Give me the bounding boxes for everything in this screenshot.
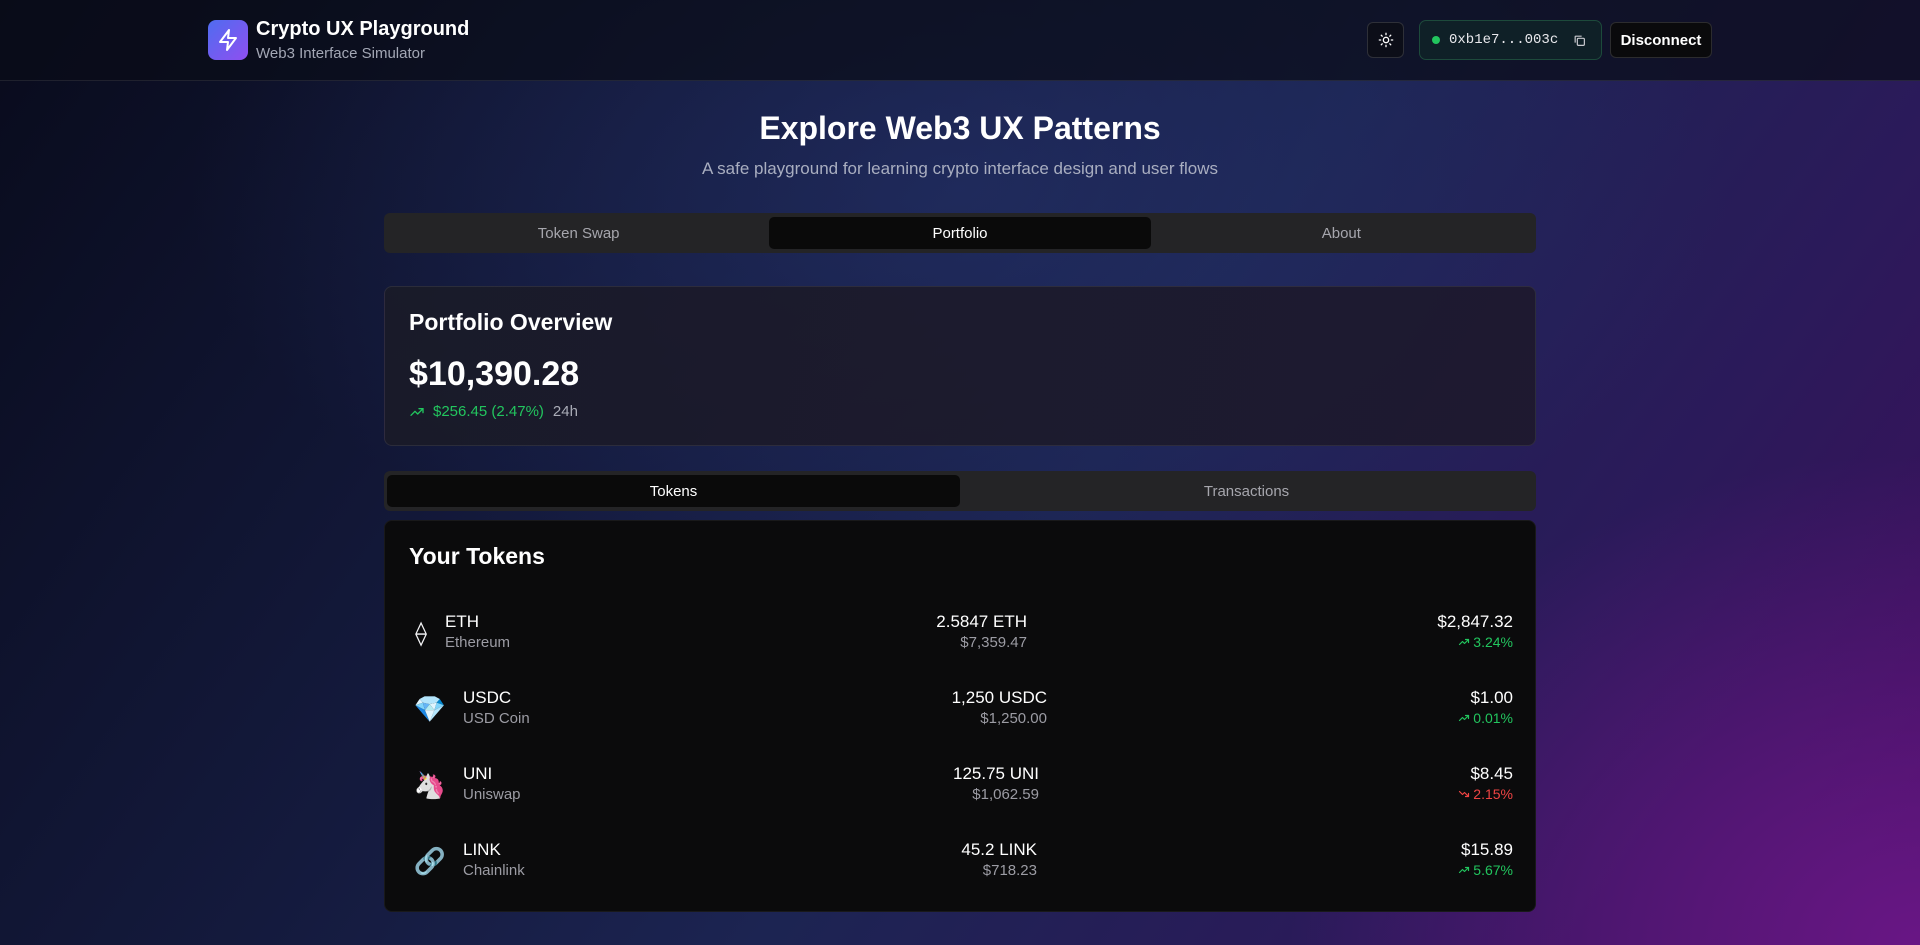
token-change-value: 5.67% xyxy=(1473,862,1513,878)
ethereum-icon: ⟠ xyxy=(415,619,427,647)
token-row-eth[interactable]: ⟠ ETH Ethereum 2.5847 ETH $7,359.47 $2,847.32… xyxy=(409,606,1513,666)
overview-title: Portfolio Overview xyxy=(409,309,613,335)
token-change-value: 2.15% xyxy=(1473,786,1513,802)
app-title: Crypto UX Playground xyxy=(256,18,470,40)
token-price-change: 0.01% xyxy=(1458,710,1513,726)
hero-subtitle: A safe playground for learning crypto in… xyxy=(702,159,1218,178)
token-symbol: UNI xyxy=(463,764,493,783)
token-price: $15.89 xyxy=(1461,840,1513,859)
portfolio-change: $256.45 (2.47%) 24h xyxy=(409,403,578,420)
disconnect-button[interactable]: Disconnect xyxy=(1610,22,1712,58)
copy-icon xyxy=(1574,35,1585,46)
token-balance: 125.75 UNI xyxy=(953,764,1039,783)
portfolio-change-amount: $256.45 (2.47%) xyxy=(433,403,544,420)
link-icon: 🔗 xyxy=(413,845,447,876)
sun-icon xyxy=(1378,32,1393,48)
gem-icon: 💎 xyxy=(413,693,447,724)
unicorn-icon: 🦄 xyxy=(413,769,447,800)
trending-down-icon xyxy=(1459,790,1470,798)
trending-up-icon xyxy=(410,407,424,416)
token-value-usd: $718.23 xyxy=(982,862,1037,879)
token-value-usd: $1,250.00 xyxy=(980,710,1047,727)
trending-up-icon xyxy=(1459,638,1470,646)
tab-about[interactable]: About xyxy=(1151,217,1532,249)
tab-portfolio[interactable]: Portfolio xyxy=(769,217,1151,249)
theme-toggle-button[interactable] xyxy=(1367,22,1404,58)
wallet-address: 0xb1e7...003c xyxy=(1449,32,1559,48)
tokens-card: Your Tokens ⟠ ETH Ethereum 2.5847 ETH $7,359… xyxy=(384,520,1536,912)
app-header: Crypto UX Playground Web3 Interface Simu… xyxy=(0,0,1920,81)
portfolio-sub-tabs: Tokens Transactions xyxy=(384,471,1536,511)
wallet-address-pill: 0xb1e7...003c xyxy=(1419,20,1602,60)
hero-title: Explore Web3 UX Patterns xyxy=(759,110,1161,146)
main-tabs: Token Swap Portfolio About xyxy=(384,213,1536,253)
trending-up-icon xyxy=(1459,714,1470,722)
token-value-usd: $7,359.47 xyxy=(960,634,1027,651)
token-price: $1.00 xyxy=(1470,688,1513,707)
token-price-change: 3.24% xyxy=(1458,634,1513,650)
token-price-change: 5.67% xyxy=(1458,862,1513,878)
token-price: $8.45 xyxy=(1470,764,1513,783)
token-symbol: USDC xyxy=(463,688,512,707)
portfolio-overview-card: Portfolio Overview $10,390.28 $256.45 (2… xyxy=(384,286,1536,446)
copy-address-button[interactable] xyxy=(1571,32,1587,48)
token-balance: 2.5847 ETH xyxy=(936,612,1027,631)
token-name: USD Coin xyxy=(463,710,530,727)
token-price: $2,847.32 xyxy=(1437,612,1513,631)
token-name: Ethereum xyxy=(445,634,511,651)
token-value-usd: $1,062.59 xyxy=(972,786,1039,803)
trending-up-icon xyxy=(1459,866,1470,874)
token-name: Chainlink xyxy=(463,862,525,879)
tokens-title: Your Tokens xyxy=(409,543,545,569)
token-balance: 45.2 LINK xyxy=(961,840,1037,859)
tab-tokens[interactable]: Tokens xyxy=(387,475,960,507)
token-change-value: 0.01% xyxy=(1473,710,1513,726)
app-logo xyxy=(208,20,248,60)
tab-token-swap[interactable]: Token Swap xyxy=(388,217,769,249)
connection-status-dot xyxy=(1432,36,1440,44)
portfolio-total-value: $10,390.28 xyxy=(409,355,580,393)
token-change-value: 3.24% xyxy=(1473,634,1513,650)
app-subtitle: Web3 Interface Simulator xyxy=(256,45,425,62)
token-row-link[interactable]: 🔗 LINK Chainlink 45.2 LINK $718.23 $15.89 5.67… xyxy=(409,834,1513,894)
portfolio-change-period: 24h xyxy=(552,403,578,420)
token-row-uni[interactable]: 🦄 UNI Uniswap 125.75 UNI $1,062.59 $8.45 2.15% xyxy=(409,758,1513,818)
lightning-bolt-icon xyxy=(219,29,237,51)
token-symbol: ETH xyxy=(445,612,479,631)
token-name: Uniswap xyxy=(463,786,521,803)
tab-transactions[interactable]: Transactions xyxy=(960,475,1533,507)
token-row-usdc[interactable]: 💎 USDC USD Coin 1,250 USDC $1,250.00 $1.00 0.0… xyxy=(409,682,1513,742)
token-symbol: LINK xyxy=(463,840,501,859)
token-balance: 1,250 USDC xyxy=(951,688,1047,707)
token-price-change: 2.15% xyxy=(1458,786,1513,802)
